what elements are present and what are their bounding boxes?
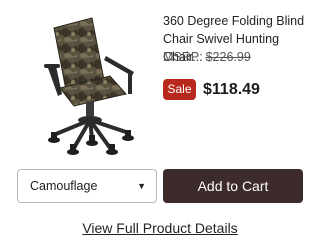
add-to-cart-button[interactable]: Add to Cart <box>163 169 303 203</box>
msrp-line: MSRP: $226.99 <box>163 50 251 64</box>
chevron-down-icon: ▼ <box>137 181 146 191</box>
sale-price: $118.49 <box>203 81 260 98</box>
sale-badge: Sale <box>163 79 196 100</box>
msrp-price: $226.99 <box>205 50 251 64</box>
msrp-label: MSRP: <box>163 50 203 64</box>
view-full-details-link[interactable]: View Full Product Details <box>0 220 320 236</box>
variant-select[interactable]: Camouflage ▼ <box>17 169 157 203</box>
variant-selected-value: Camouflage <box>30 179 98 193</box>
hunting-chair-image <box>44 17 134 155</box>
product-image[interactable] <box>14 10 156 155</box>
